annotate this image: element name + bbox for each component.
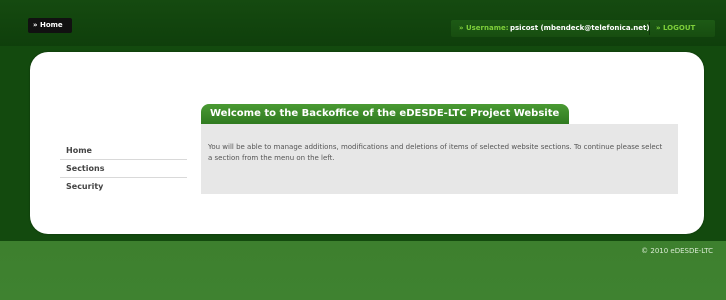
home-tab[interactable]: » Home bbox=[28, 18, 72, 33]
sidebar-item-home[interactable]: Home bbox=[60, 142, 187, 160]
logout-link[interactable]: » LOGOUT bbox=[656, 20, 695, 37]
sidebar-menu: Home Sections Security bbox=[60, 142, 187, 196]
username-value: psicost (mbendeck@telefonica.net) bbox=[510, 24, 650, 32]
page-title: Welcome to the Backoffice of the eDESDE-… bbox=[201, 104, 569, 124]
user-bar: » Username: psicost (mbendeck@telefonica… bbox=[451, 20, 715, 37]
welcome-text: You will be able to manage additions, mo… bbox=[208, 143, 663, 162]
user-bar-divider bbox=[649, 22, 650, 35]
username-label: » Username: bbox=[459, 24, 509, 32]
sidebar-item-sections[interactable]: Sections bbox=[60, 160, 187, 178]
welcome-box: You will be able to manage additions, mo… bbox=[201, 124, 678, 194]
sidebar-item-security[interactable]: Security bbox=[60, 178, 187, 196]
top-bar: » Home » Username: psicost (mbendeck@tel… bbox=[0, 0, 726, 46]
copyright-text: © 2010 eDESDE-LTC bbox=[641, 247, 713, 255]
